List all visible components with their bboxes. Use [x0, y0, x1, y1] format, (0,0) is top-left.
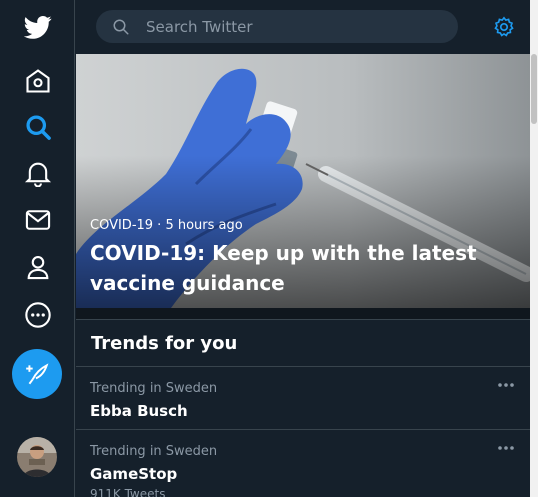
trend-tweet-count: 911K Tweets — [90, 487, 166, 497]
compose-button[interactable] — [12, 349, 62, 399]
trend-name: Ebba Busch — [90, 402, 188, 420]
twitter-bird-icon[interactable] — [22, 11, 54, 43]
section-divider — [76, 308, 530, 320]
more-circle-icon[interactable] — [22, 299, 54, 331]
search-icon — [113, 19, 129, 34]
sidebar — [0, 0, 75, 497]
hero-story[interactable]: COVID-19 · 5 hours ago COVID-19: Keep up… — [76, 54, 530, 308]
person-icon[interactable] — [22, 251, 54, 283]
home-icon[interactable] — [22, 65, 54, 97]
trends-heading: Trends for you — [91, 333, 238, 354]
trend-name: GameStop — [90, 465, 178, 483]
search-icon[interactable] — [22, 111, 54, 143]
scrollbar-thumb[interactable] — [531, 54, 537, 124]
hero-title[interactable]: COVID-19: Keep up with the latest vaccin… — [90, 238, 510, 298]
trend-context: Trending in Sweden — [90, 381, 218, 396]
more-options-icon[interactable] — [496, 377, 516, 393]
more-options-icon[interactable] — [496, 440, 516, 456]
search-input[interactable]: Search Twitter — [96, 10, 458, 43]
bell-icon[interactable] — [22, 157, 54, 189]
trend-item[interactable]: Trending in Sweden GameStop 911K Tweets — [76, 430, 530, 497]
mail-icon[interactable] — [22, 204, 54, 236]
trend-item[interactable]: Trending in Sweden Ebba Busch — [76, 367, 530, 430]
search-placeholder: Search Twitter — [146, 17, 253, 36]
hero-meta: COVID-19 · 5 hours ago — [90, 218, 243, 233]
scrollbar[interactable] — [530, 0, 538, 497]
top-bar: Search Twitter — [76, 0, 530, 54]
trend-context: Trending in Sweden — [90, 444, 218, 459]
gear-icon[interactable] — [493, 16, 515, 38]
avatar[interactable] — [17, 437, 57, 477]
compose-icon — [26, 363, 49, 385]
